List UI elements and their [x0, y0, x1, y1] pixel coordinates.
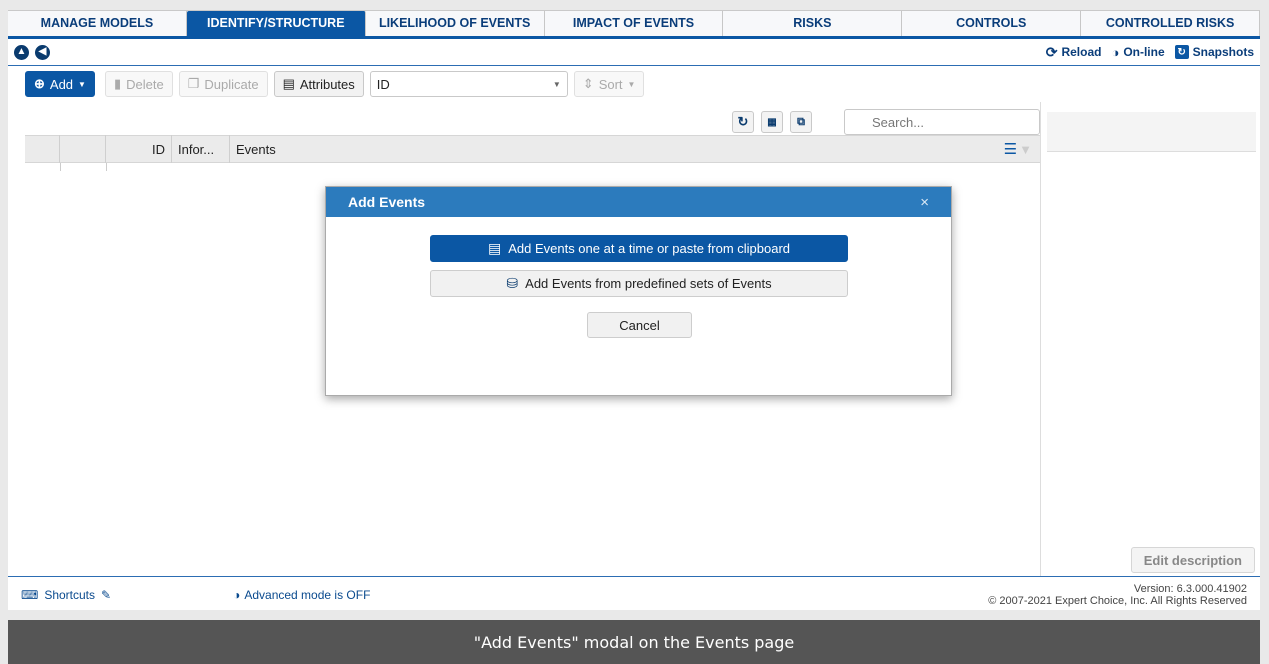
- cancel-button[interactable]: Cancel: [587, 312, 692, 338]
- attributes-label: Attributes: [299, 76, 355, 92]
- duplicate-label: Duplicate: [204, 76, 259, 92]
- navbar: ▲ ◀ ⟳ Reload ◑ On-line ↻ Snapshots: [8, 39, 1260, 66]
- tab-controlled-risks[interactable]: CONTROLLED RISKS: [1081, 11, 1261, 36]
- refresh-icon[interactable]: ↻: [732, 111, 754, 133]
- shortcuts-link[interactable]: ⌨ Shortcuts ✎: [21, 588, 111, 602]
- add-label: Add: [49, 76, 74, 92]
- snapshots-button[interactable]: ↻ Snapshots: [1174, 45, 1254, 59]
- toggle-icon: ◑: [233, 588, 241, 602]
- modal-header: Add Events ×: [326, 187, 951, 217]
- chevron-down-icon: ▼: [552, 79, 561, 89]
- delete-label: Delete: [126, 76, 164, 92]
- delete-button[interactable]: ▮ Delete: [104, 71, 173, 97]
- online-toggle[interactable]: ◑ On-line: [1111, 45, 1164, 60]
- modal-title: Add Events: [348, 194, 426, 210]
- shortcuts-label: Shortcuts: [44, 588, 96, 602]
- copy-icon[interactable]: ⧉: [790, 111, 812, 133]
- trash-icon: ▮: [113, 76, 122, 91]
- divider: [106, 163, 107, 171]
- tab-identify-structure[interactable]: IDENTIFY/STRUCTURE: [186, 11, 366, 36]
- id-select-value: ID: [376, 76, 390, 92]
- add-events-modal: Add Events × ▤ Add Events one at a time …: [325, 186, 952, 396]
- duplicate-icon: ❐: [187, 76, 200, 91]
- grid-header-icons: ☰ ▼: [1004, 140, 1040, 158]
- arrow-left-circle-icon[interactable]: ◀: [35, 44, 50, 60]
- chevron-down-icon: ▼: [78, 79, 86, 89]
- column-events[interactable]: Events: [230, 135, 282, 163]
- version-text: Version: 6.3.000.41902: [1133, 583, 1247, 595]
- toolbar: ⊕ Add ▼ ▮ Delete ❐ Duplicate ▤ Attribute…: [8, 66, 1260, 102]
- online-label: On-line: [1123, 45, 1165, 59]
- tab-likelihood-of-events[interactable]: LIKELIHOOD OF EVENTS: [365, 11, 545, 36]
- arrow-up-circle-icon[interactable]: ▲: [14, 44, 29, 60]
- sort-icon: ⇕: [582, 76, 594, 91]
- column-information[interactable]: Infor...: [172, 135, 230, 163]
- edit-description-button[interactable]: Edit description: [1130, 547, 1255, 573]
- export-icon[interactable]: ▦: [761, 111, 783, 133]
- add-events-predefined-button[interactable]: ⛁ Add Events from predefined sets of Eve…: [430, 270, 848, 297]
- reload-icon: ⟳: [1045, 43, 1058, 60]
- plus-circle-icon: ⊕: [34, 76, 45, 91]
- tab-controls[interactable]: CONTROLS: [902, 11, 1082, 36]
- snapshots-label: Snapshots: [1192, 45, 1254, 59]
- sort-button[interactable]: ⇕ Sort ▼: [573, 71, 645, 97]
- column-id[interactable]: ID: [106, 135, 172, 163]
- version-info: Version: 6.3.000.41902 © 2007-2021 Exper…: [988, 583, 1247, 607]
- option-one-label: Add Events one at a time or paste from c…: [508, 241, 791, 256]
- keyboard-icon: ⌨: [21, 588, 39, 602]
- add-button[interactable]: ⊕ Add ▼: [25, 71, 95, 97]
- close-icon[interactable]: ×: [920, 194, 929, 211]
- select-column[interactable]: [25, 135, 60, 163]
- divider: [60, 163, 61, 171]
- sort-label: Sort: [598, 76, 623, 92]
- description-header: [1047, 112, 1256, 152]
- id-select[interactable]: ID ▼: [369, 71, 568, 97]
- attributes-button[interactable]: ▤ Attributes: [273, 71, 364, 97]
- list-icon: ▤: [282, 76, 295, 91]
- drag-column: [60, 135, 106, 163]
- menu-icon[interactable]: ☰: [1004, 140, 1017, 158]
- grid-header: ID Infor... Events ☰ ▼: [25, 135, 1040, 163]
- toggle-icon: ◑: [1111, 44, 1120, 60]
- tab-risks[interactable]: RISKS: [723, 11, 903, 36]
- reload-button[interactable]: ⟳ Reload: [1046, 44, 1102, 61]
- edit-icon[interactable]: ✎: [101, 588, 111, 602]
- copyright-text: © 2007-2021 Expert Choice, Inc. All Righ…: [988, 595, 1247, 607]
- duplicate-button[interactable]: ❐ Duplicate: [178, 71, 268, 97]
- reload-label: Reload: [1061, 45, 1102, 59]
- chevron-down-icon: ▼: [627, 79, 636, 89]
- snapshot-icon: ↻: [1174, 45, 1189, 59]
- tab-manage-models[interactable]: MANAGE MODELS: [8, 11, 187, 36]
- footer: ⌨ Shortcuts ✎ ◑ Advanced mode is OFF Ver…: [8, 576, 1260, 613]
- table-rows-icon: ▤: [487, 240, 502, 256]
- search-input[interactable]: Search...: [844, 109, 1040, 135]
- advanced-mode-label: Advanced mode is OFF: [244, 588, 371, 602]
- add-events-one-at-a-time-button[interactable]: ▤ Add Events one at a time or paste from…: [430, 235, 848, 262]
- caption: "Add Events" modal on the Events page: [8, 620, 1260, 664]
- option-two-label: Add Events from predefined sets of Event…: [525, 276, 772, 291]
- grid-tools: ↻ ▦ ⧉ Search...: [732, 109, 1040, 135]
- description-pane: Edit description: [1040, 102, 1260, 576]
- filter-icon[interactable]: ▼: [1019, 142, 1032, 157]
- tab-impact-of-events[interactable]: IMPACT OF EVENTS: [544, 11, 724, 36]
- database-icon: ⛁: [506, 275, 519, 291]
- main-tabs: MANAGE MODELS IDENTIFY/STRUCTURE LIKELIH…: [8, 10, 1261, 36]
- navbar-actions: ⟳ Reload ◑ On-line ↻ Snapshots: [1046, 44, 1254, 61]
- advanced-mode-toggle[interactable]: ◑ Advanced mode is OFF: [233, 588, 370, 602]
